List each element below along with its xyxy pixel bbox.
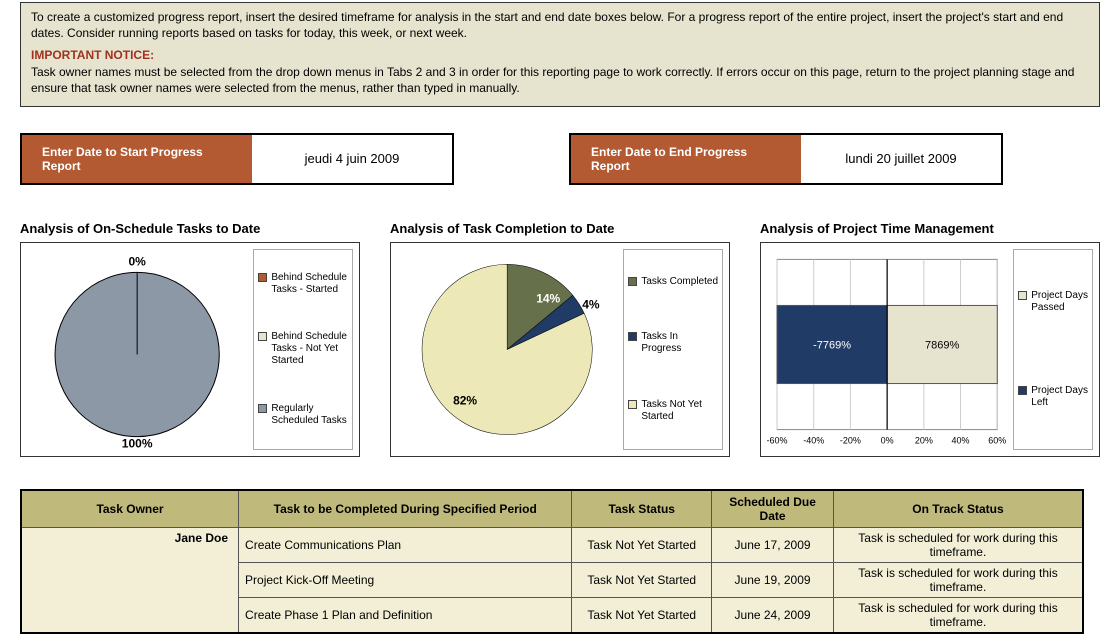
end-date-block: Enter Date to End Progress Report lundi …: [569, 133, 1003, 185]
chart-title: Analysis of On-Schedule Tasks to Date: [20, 221, 360, 236]
cell-owner: Jane Doe: [21, 528, 239, 634]
legend-swatch-icon: [1018, 291, 1027, 300]
legend-item: Regularly Scheduled Tasks: [258, 403, 348, 427]
col-task-name: Task to be Completed During Specified Pe…: [239, 490, 572, 528]
legend-swatch-icon: [628, 400, 637, 409]
legend-swatch-icon: [258, 332, 267, 341]
legend-label: Regularly Scheduled Tasks: [271, 403, 348, 427]
col-due-date: Scheduled Due Date: [712, 490, 834, 528]
legend-label: Tasks Completed: [641, 276, 718, 288]
chart-box: 0% 100% Behind Schedule Tasks - Started …: [20, 242, 360, 457]
legend-label: Behind Schedule Tasks - Not Yet Started: [271, 331, 348, 367]
axis-tick: 60%: [988, 436, 1006, 446]
bar-label-right: 7869%: [925, 339, 959, 351]
chart-title: Analysis of Task Completion to Date: [390, 221, 730, 236]
chart-legend: Behind Schedule Tasks - Started Behind S…: [253, 249, 353, 450]
cell-track: Task is scheduled for work during this t…: [833, 528, 1083, 563]
start-date-label: Enter Date to Start Progress Report: [22, 135, 252, 183]
cell-track: Task is scheduled for work during this t…: [833, 563, 1083, 598]
col-on-track: On Track Status: [833, 490, 1083, 528]
axis-tick: 40%: [952, 436, 970, 446]
axis-tick: 0%: [881, 436, 894, 446]
cell-task: Project Kick-Off Meeting: [239, 563, 572, 598]
cell-due: June 17, 2009: [712, 528, 834, 563]
legend-swatch-icon: [628, 332, 637, 341]
bar-plot: -7769% 7869% -60% -40% -20% 0% 20% 40% 6…: [767, 249, 1007, 450]
chart-box: 14% 4% 82% Tasks Completed Tasks In Prog…: [390, 242, 730, 457]
legend-label: Behind Schedule Tasks - Started: [271, 272, 348, 296]
pie-label-b: 4%: [582, 297, 600, 311]
cell-status: Task Not Yet Started: [572, 528, 712, 563]
cell-status: Task Not Yet Started: [572, 598, 712, 634]
end-date-input[interactable]: lundi 20 juillet 2009: [801, 135, 1001, 183]
pie-plot: 0% 100%: [27, 249, 247, 450]
task-table: Task Owner Task to be Completed During S…: [20, 489, 1084, 635]
cell-task: Create Phase 1 Plan and Definition: [239, 598, 572, 634]
cell-status: Task Not Yet Started: [572, 563, 712, 598]
cell-task: Create Communications Plan: [239, 528, 572, 563]
legend-label: Tasks In Progress: [641, 331, 718, 355]
start-date-block: Enter Date to Start Progress Report jeud…: [20, 133, 454, 185]
chart-legend: Tasks Completed Tasks In Progress Tasks …: [623, 249, 723, 450]
chart-time-management: Analysis of Project Time Management: [760, 221, 1100, 457]
chart-task-completion: Analysis of Task Completion to Date 14% …: [390, 221, 730, 457]
pie-label-a: 14%: [536, 291, 560, 305]
legend-item: Behind Schedule Tasks - Not Yet Started: [258, 331, 348, 367]
cell-due: June 24, 2009: [712, 598, 834, 634]
chart-legend: Project Days Passed Project Days Left: [1013, 249, 1093, 450]
cell-track: Task is scheduled for work during this t…: [833, 598, 1083, 634]
table-header-row: Task Owner Task to be Completed During S…: [21, 490, 1083, 528]
pie-label-top: 0%: [128, 254, 146, 268]
col-task-status: Task Status: [572, 490, 712, 528]
axis-tick: -60%: [767, 436, 788, 446]
pie-label-c: 82%: [453, 394, 477, 408]
legend-item: Project Days Passed: [1018, 290, 1088, 314]
axis-tick: -40%: [803, 436, 824, 446]
legend-item: Project Days Left: [1018, 385, 1088, 409]
chart-box: -7769% 7869% -60% -40% -20% 0% 20% 40% 6…: [760, 242, 1100, 457]
date-input-row: Enter Date to Start Progress Report jeud…: [20, 133, 1100, 185]
legend-label: Tasks Not Yet Started: [641, 399, 718, 423]
table-row: Jane Doe Create Communications Plan Task…: [21, 528, 1083, 563]
legend-item: Tasks Completed: [628, 276, 718, 288]
legend-label: Project Days Left: [1031, 385, 1088, 409]
legend-swatch-icon: [628, 277, 637, 286]
legend-swatch-icon: [258, 273, 267, 282]
pie-label-bottom: 100%: [122, 437, 153, 450]
legend-label: Project Days Passed: [1031, 290, 1088, 314]
charts-row: Analysis of On-Schedule Tasks to Date 0%…: [20, 221, 1100, 457]
start-date-input[interactable]: jeudi 4 juin 2009: [252, 135, 452, 183]
cell-due: June 19, 2009: [712, 563, 834, 598]
legend-item: Tasks In Progress: [628, 331, 718, 355]
legend-swatch-icon: [1018, 386, 1027, 395]
axis-tick: 20%: [915, 436, 933, 446]
important-notice-title: IMPORTANT NOTICE:: [31, 47, 1089, 63]
legend-item: Tasks Not Yet Started: [628, 399, 718, 423]
instructions-paragraph-2: Task owner names must be selected from t…: [31, 64, 1089, 96]
legend-item: Behind Schedule Tasks - Started: [258, 272, 348, 296]
chart-on-schedule: Analysis of On-Schedule Tasks to Date 0%…: [20, 221, 360, 457]
end-date-label: Enter Date to End Progress Report: [571, 135, 801, 183]
axis-tick: -20%: [840, 436, 861, 446]
bar-label-left: -7769%: [813, 339, 851, 351]
instructions-panel: To create a customized progress report, …: [20, 2, 1100, 107]
legend-swatch-icon: [258, 404, 267, 413]
col-task-owner: Task Owner: [21, 490, 239, 528]
pie-plot: 14% 4% 82%: [397, 249, 617, 450]
instructions-paragraph-1: To create a customized progress report, …: [31, 9, 1089, 41]
chart-title: Analysis of Project Time Management: [760, 221, 1100, 236]
